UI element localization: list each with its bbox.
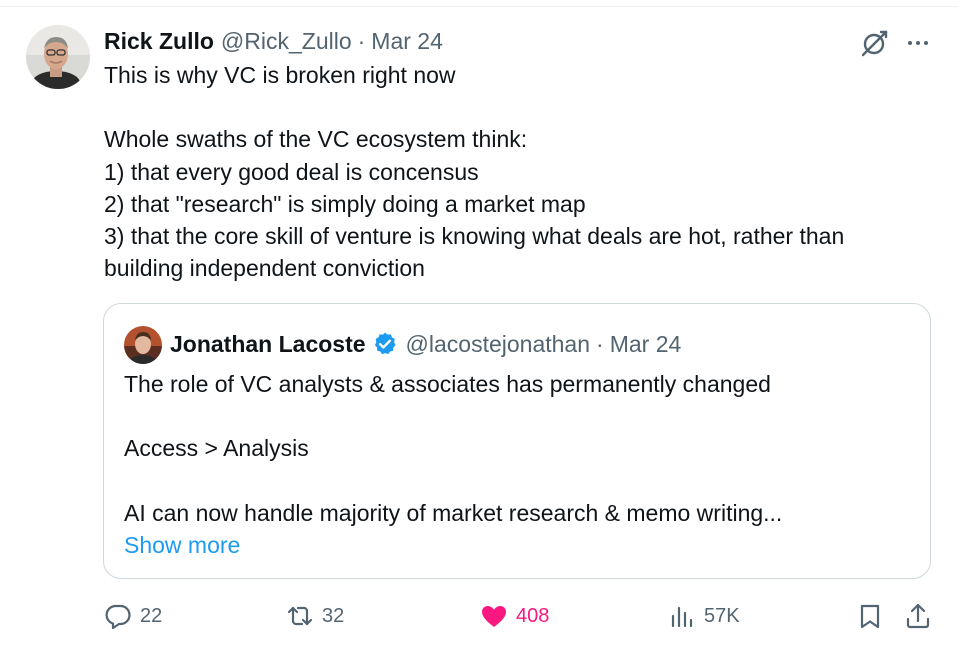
share-icon [906,603,930,629]
heart-icon [482,606,506,627]
retweet-button[interactable]: 32 [286,598,344,634]
author-handle[interactable]: @Rick_Zullo [221,28,352,55]
show-more-link[interactable]: Show more [124,529,904,561]
quoted-line: The role of VC analysts & associates has… [124,371,771,397]
bookmark-button[interactable] [856,598,884,634]
top-divider [0,6,958,7]
like-button[interactable]: 408 [480,598,549,634]
tweet-line: This is why VC is broken right now [104,62,456,88]
views-button[interactable]: 57K [668,598,740,634]
author-name[interactable]: Rick Zullo [104,28,214,55]
tweet-line: Whole swaths of the VC ecosystem think: [104,126,528,153]
tweet-line: building independent conviction [104,255,425,282]
author-avatar[interactable] [26,25,90,89]
tweet-date[interactable]: Mar 24 [371,28,443,55]
quoted-tweet-date[interactable]: Mar 24 [610,331,682,358]
views-count: 57K [704,604,740,627]
share-button[interactable] [904,598,932,634]
tweet-line: 1) that every good deal is concensus [104,158,479,185]
grok-icon[interactable] [859,27,891,59]
tweet-line: 3) that the core skill of venture is kno… [104,223,845,249]
quoted-line: Access > Analysis [124,435,309,462]
more-dot [924,41,928,45]
like-count: 408 [516,604,550,627]
quoted-line: AI can now handle majority of market res… [124,499,783,526]
bookmark-icon [860,604,880,629]
quoted-blank-line [124,465,904,497]
quoted-author-avatar[interactable] [124,326,162,364]
quoted-author-name[interactable]: Jonathan Lacoste [170,331,366,358]
retweet-icon [287,606,313,626]
header-separator: · [357,27,366,54]
quoted-author-handle[interactable]: @lacostejonathan [406,331,590,358]
reply-count: 22 [140,604,163,627]
quoted-tweet-text: The role of VC analysts & associates has… [124,368,904,561]
reply-icon [105,604,131,630]
verified-badge-icon [374,332,396,355]
tweet-actions-bar: 22 32 408 57K [0,598,958,634]
quoted-tweet-card[interactable]: Jonathan Lacoste @lacostejonathan · Mar … [103,303,931,579]
tweet-line: 2) that "research" is simply doing a mar… [104,190,586,217]
quoted-blank-line [124,400,904,432]
tweet-text: This is why VC is broken right now Whole… [104,59,924,284]
quoted-header-separator: · [596,330,604,357]
tweet-header: Rick Zullo @Rick_Zullo · Mar 24 [104,26,443,56]
views-chart-icon [671,606,693,628]
quoted-tweet-header: Jonathan Lacoste @lacostejonathan · Mar … [170,329,681,359]
reply-button[interactable]: 22 [104,598,162,634]
more-dot [916,41,920,45]
retweet-count: 32 [322,604,345,627]
more-icon[interactable] [904,29,932,57]
more-dot [908,41,912,45]
